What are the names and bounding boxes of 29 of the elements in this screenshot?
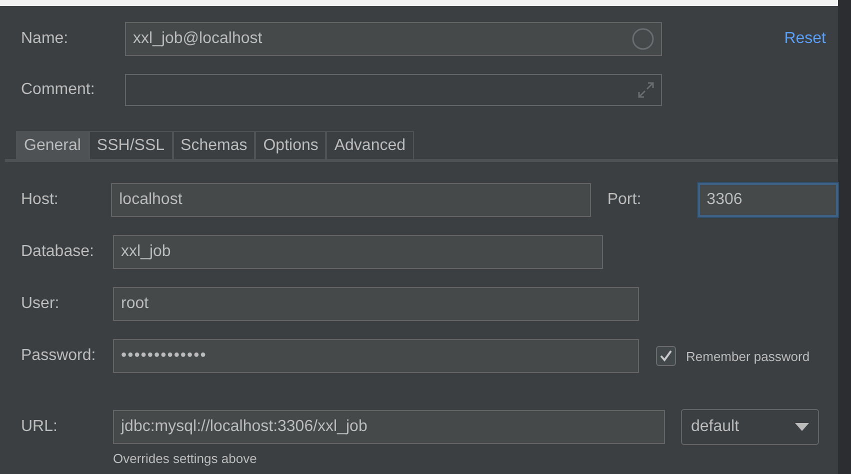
tab[interactable]: General xyxy=(16,131,89,159)
tab[interactable]: Advanced xyxy=(326,131,414,159)
circle-icon xyxy=(632,28,654,50)
name-field[interactable]: xxl_job@localhost xyxy=(125,22,662,56)
database-field[interactable]: xxl_job xyxy=(113,235,603,269)
driver-dropdown[interactable]: default xyxy=(681,409,819,445)
database-label: Database: xyxy=(20,243,95,261)
tab[interactable]: SSH/SSL xyxy=(88,131,173,159)
password-label: Password: xyxy=(20,347,97,365)
user-label: User: xyxy=(20,295,60,313)
url-field[interactable]: jdbc:mysql://localhost:3306/xxl_job xyxy=(113,410,665,444)
url-label: URL: xyxy=(20,418,58,436)
port-label: Port: xyxy=(606,191,642,209)
user-field[interactable]: root xyxy=(113,287,639,321)
reset-link[interactable]: Reset xyxy=(784,30,826,48)
tab[interactable]: Schemas xyxy=(172,131,256,159)
password-field[interactable]: ••••••••••••• xyxy=(113,339,639,373)
host-label: Host: xyxy=(20,191,60,209)
remember-password-label[interactable]: Remember password xyxy=(686,348,810,364)
hint-text: Overrides settings above xyxy=(113,451,258,466)
name-label: Name: xyxy=(20,30,70,48)
host-field[interactable]: localhost xyxy=(111,183,592,217)
comment-label: Comment: xyxy=(20,81,96,99)
tab[interactable]: Options xyxy=(255,131,326,159)
caret-icon xyxy=(795,423,809,431)
comment-field[interactable] xyxy=(125,74,662,106)
port-field[interactable]: 3306 xyxy=(698,183,838,217)
checkbox[interactable] xyxy=(656,346,676,366)
expand-icon xyxy=(637,81,655,99)
